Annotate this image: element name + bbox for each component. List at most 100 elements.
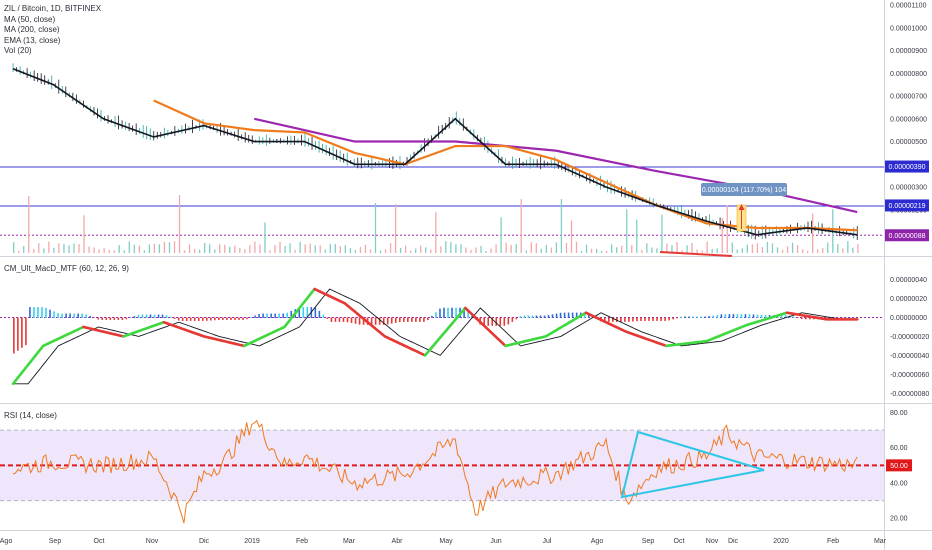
macd-histogram-bar — [274, 313, 276, 318]
macd-histogram-bar — [65, 313, 67, 318]
rsi-legend[interactable]: RSI (14, close) — [4, 411, 57, 422]
volume-bar — [234, 245, 236, 253]
volume-bar — [18, 250, 20, 253]
macd-histogram-bar — [37, 307, 39, 318]
time-tick-label: Feb — [296, 538, 308, 545]
macd-histogram-bar — [792, 316, 795, 318]
macd-histogram-bar — [407, 317, 409, 322]
macd-histogram-bar — [201, 317, 204, 321]
volume-bar — [204, 242, 206, 253]
price-tick-label: 0.00000500 — [890, 139, 927, 146]
macd-histogram-bar — [234, 317, 236, 320]
price-tick-label: 0.00000300 — [890, 185, 927, 192]
volume-bar — [731, 242, 733, 253]
volume-bar — [209, 244, 211, 253]
trading-chart[interactable]: 0.00000104 (117.70%) 104 0.00001100 0.000… — [0, 0, 932, 550]
time-axis[interactable]: Ago Sep Oct Nov Dic 2019 Feb Mar Abr May Jun Jul Ago… — [0, 538, 887, 545]
macd-tick-label: 0.00000020 — [890, 296, 927, 303]
macd-histogram-bar — [447, 307, 449, 318]
volume-bar — [550, 247, 553, 253]
time-tick-label: Nov — [146, 538, 159, 545]
volume-bar — [545, 244, 547, 253]
volume-bar — [410, 250, 412, 253]
volume-bar — [173, 241, 176, 253]
volume-bar — [83, 215, 85, 253]
volume-bar — [415, 248, 417, 253]
legend-ma200[interactable]: MA (200, close) — [4, 25, 101, 36]
macd-axis[interactable]: 0.00000040 0.00000020 0.00000000 -0.0000002… — [890, 277, 929, 398]
volume-bar — [13, 242, 15, 253]
rsi-tick-label: 20.00 — [890, 516, 908, 523]
volume-bar — [631, 245, 633, 253]
macd-histogram-bar — [77, 313, 79, 318]
time-tick-label: Ago — [591, 538, 604, 545]
volume-bar — [78, 244, 80, 253]
legend-ma50[interactable]: MA (50, close) — [4, 15, 101, 26]
volume-bar — [309, 243, 311, 253]
volume-bar — [570, 220, 573, 253]
volume-bar — [435, 212, 437, 253]
macd-histogram-bar — [551, 314, 554, 318]
macd-histogram-bar — [760, 314, 763, 318]
volume-bar — [178, 195, 181, 253]
volume-bar — [807, 250, 809, 253]
macd-histogram-bar — [378, 317, 381, 325]
macd-histogram-bar — [193, 317, 196, 321]
macd-histogram-bar — [394, 317, 397, 323]
volume-bar — [344, 245, 346, 253]
symbol-title[interactable]: ZIL / Bitcoin, 1D, BITFINEX — [4, 4, 101, 15]
macd-histogram-bar — [796, 317, 799, 319]
legend-ema13[interactable]: EMA (13, close) — [4, 36, 101, 47]
macd-legend[interactable]: CM_Ult_MacD_MTF (60, 12, 26, 9) — [4, 264, 129, 275]
macd-histogram-bar — [692, 316, 695, 318]
volume-bar — [214, 249, 216, 253]
rsi-title[interactable]: RSI (14, close) — [4, 411, 57, 422]
macd-histogram-bar — [704, 316, 707, 318]
macd-histogram-bar — [177, 317, 180, 321]
macd-histogram-bar — [286, 312, 289, 318]
macd-histogram-bar — [109, 317, 112, 320]
time-tick-label: Ago — [0, 538, 12, 545]
macd-histogram-bar — [161, 314, 164, 318]
macd-tick-label: -0.00000040 — [890, 353, 929, 360]
time-tick-label: Mar — [343, 538, 356, 545]
legend-vol[interactable]: Vol (20) — [4, 46, 101, 57]
macd-histogram-bar — [157, 314, 160, 318]
macd-histogram-bar — [113, 317, 116, 320]
volume-bar — [334, 244, 336, 253]
volume-bar — [450, 241, 452, 253]
rsi-axis[interactable]: 80.00 60.00 40.00 20.00 50.00 — [886, 410, 912, 523]
volume-bar — [239, 248, 241, 253]
volume-bar — [374, 202, 377, 253]
volume-bar — [88, 246, 90, 253]
macd-histogram-bar — [398, 317, 401, 323]
volume-bar — [656, 248, 658, 253]
macd-title[interactable]: CM_Ult_MacD_MTF (60, 12, 26, 9) — [4, 264, 129, 275]
macd-histogram-bar — [278, 313, 280, 318]
time-tick-label: Oct — [674, 538, 685, 545]
macd-histogram-bar — [519, 316, 522, 318]
macd-histogram-bar — [85, 314, 88, 318]
macd-histogram-bar — [700, 316, 703, 318]
volume-bar — [430, 249, 432, 253]
volume-bar — [741, 248, 743, 253]
macd-histogram-bar — [13, 317, 15, 354]
volume-bar — [691, 242, 693, 253]
macd-histogram-bar — [226, 317, 228, 320]
volume-bar — [736, 249, 738, 253]
volume-bar — [801, 249, 804, 253]
volume-bar — [485, 250, 487, 253]
volume-bar — [651, 247, 653, 253]
price-tag-390-label: 0.00000390 — [889, 164, 926, 171]
volume-bar — [43, 248, 45, 253]
volume-bar — [98, 249, 100, 253]
macd-histogram-bar — [189, 317, 192, 321]
price-tick-label: 0.00000900 — [890, 48, 927, 55]
macd-histogram-bar — [282, 313, 284, 318]
volume-bar — [706, 241, 708, 253]
macd-histogram-bar — [218, 317, 220, 320]
macd-histogram-bar — [696, 316, 699, 318]
macd-histogram-bar — [648, 317, 650, 321]
macd-histogram-bar — [732, 314, 735, 318]
macd-histogram-bar — [129, 317, 132, 318]
